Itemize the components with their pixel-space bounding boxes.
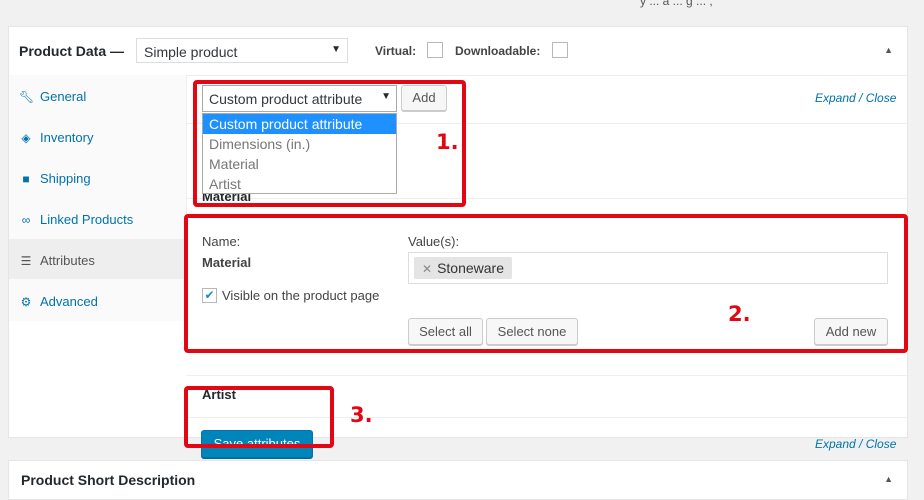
tab-shipping[interactable]: ■ Shipping [9, 157, 187, 197]
virtual-label: Virtual: [375, 44, 417, 58]
downloadable-checkbox[interactable] [552, 42, 568, 58]
divider [187, 375, 907, 376]
product-type-select[interactable]: Simple product ▼ [136, 38, 348, 63]
tab-label: Attributes [40, 253, 95, 268]
tag-icon: ◈ [21, 131, 31, 145]
expand-close-link-bottom[interactable]: Expand / Close [815, 437, 896, 451]
product-data-tabs: 🔧︎ General ◈ Inventory ■ Shipping ∞ Linked P… [9, 75, 187, 321]
tab-linked-products[interactable]: ∞ Linked Products [9, 198, 187, 238]
annotation-box-3 [184, 386, 334, 448]
dropdown-arrow-icon: ▼ [331, 44, 341, 55]
annotation-box-2 [184, 214, 908, 353]
annotation-number-1: 1. [436, 130, 459, 154]
expand-close-link-top[interactable]: Expand / Close [815, 91, 896, 105]
tab-label: Linked Products [40, 212, 134, 227]
top-text-fragment: y ... a ... g ... , [640, 0, 713, 8]
tab-label: General [40, 89, 87, 104]
annotation-number-2: 2. [728, 302, 751, 326]
list-icon: ☰ [20, 254, 32, 268]
tab-label: Advanced [40, 294, 98, 309]
gear-icon: ⚙ [20, 295, 32, 309]
product-data-title: Product Data — [19, 43, 125, 59]
tab-label: Inventory [40, 130, 94, 145]
downloadable-label: Downloadable: [455, 44, 541, 58]
short-description-box: Product Short Description ▲ [8, 460, 908, 500]
annotation-number-3: 3. [350, 403, 373, 427]
virtual-checkbox[interactable] [427, 42, 443, 58]
tab-attributes[interactable]: ☰ Attributes [9, 239, 187, 279]
short-description-title: Product Short Description [21, 472, 196, 488]
product-type-value: Simple product [144, 44, 238, 60]
triangle-up-icon[interactable]: ▲ [884, 474, 893, 484]
annotation-box-1 [193, 80, 466, 207]
product-data-header: Product Data — Simple product ▼ Virtual:… [9, 27, 907, 76]
wrench-icon: 🔧︎ [19, 90, 35, 104]
truck-icon: ■ [22, 172, 30, 186]
tab-general[interactable]: 🔧︎ General [9, 75, 187, 115]
tab-advanced[interactable]: ⚙ Advanced [9, 280, 187, 320]
link-icon: ∞ [21, 213, 31, 227]
tab-label: Shipping [40, 171, 91, 186]
triangle-up-icon[interactable]: ▲ [884, 45, 893, 55]
tab-inventory[interactable]: ◈ Inventory [9, 116, 187, 156]
